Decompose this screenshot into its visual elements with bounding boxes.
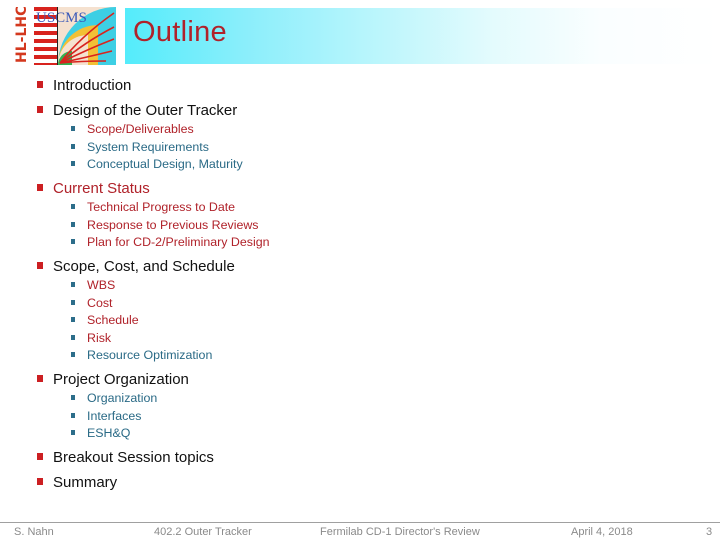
bullet-icon — [37, 375, 43, 382]
footer-event: Fermilab CD-1 Director's Review — [320, 526, 480, 538]
outline-subitem: Plan for CD-2/Preliminary Design — [71, 235, 269, 249]
outline-subitem-label: Cost — [87, 296, 113, 310]
outline-item-breakout: Breakout Session topics — [37, 449, 214, 466]
bullet-icon — [71, 144, 75, 149]
outline-subitem-label: WBS — [87, 278, 116, 292]
outline-subitem: Interfaces — [71, 409, 141, 423]
bullet-icon — [37, 262, 43, 269]
bullet-icon — [71, 126, 75, 131]
outline-subitem: Risk — [71, 331, 111, 345]
bullet-icon — [71, 300, 75, 305]
bullet-icon — [37, 478, 43, 485]
outline-item-label: Design of the Outer Tracker — [53, 102, 238, 119]
footer-subtitle: 402.2 Outer Tracker — [154, 526, 252, 538]
outline-item-label: Introduction — [53, 77, 132, 94]
outline-item-label: Project Organization — [53, 371, 189, 388]
outline-subitem: Scope/Deliverables — [71, 122, 194, 136]
footer-divider — [0, 522, 720, 523]
outline-subitem: Technical Progress to Date — [71, 200, 235, 214]
outline-subitem: Cost — [71, 296, 112, 310]
outline-list: Introduction Design of the Outer Tracker… — [0, 0, 720, 510]
bullet-icon — [71, 335, 75, 340]
outline-subitem: WBS — [71, 278, 115, 292]
footer-date: April 4, 2018 — [571, 526, 633, 538]
outline-subitem: Conceptual Design, Maturity — [71, 157, 243, 171]
bullet-icon — [71, 222, 75, 227]
outline-subitem-label: Organization — [87, 391, 158, 405]
outline-item-label: Scope, Cost, and Schedule — [53, 258, 235, 275]
outline-subitem: Organization — [71, 391, 157, 405]
outline-subitem-label: System Requirements — [87, 140, 209, 154]
outline-subitem-label: Conceptual Design, Maturity — [87, 157, 243, 171]
outline-item-label: Summary — [53, 474, 118, 491]
outline-subitem-label: Scope/Deliverables — [87, 122, 194, 136]
footer-author: S. Nahn — [14, 526, 54, 538]
bullet-icon — [71, 413, 75, 418]
outline-subitem-label: ESH&Q — [87, 426, 131, 440]
outline-subitem: Schedule — [71, 313, 139, 327]
bullet-icon — [71, 161, 75, 166]
outline-subitem: Resource Optimization — [71, 348, 212, 362]
outline-subitem: Response to Previous Reviews — [71, 218, 259, 232]
outline-item-introduction: Introduction — [37, 77, 131, 94]
bullet-icon — [71, 317, 75, 322]
outline-item-label: Breakout Session topics — [53, 449, 214, 466]
outline-subitem-label: Risk — [87, 331, 112, 345]
bullet-icon — [37, 106, 43, 113]
bullet-icon — [37, 81, 43, 88]
bullet-icon — [71, 282, 75, 287]
outline-subitem: System Requirements — [71, 140, 209, 154]
bullet-icon — [71, 204, 75, 209]
outline-item-current-status: Current Status — [37, 180, 150, 197]
bullet-icon — [71, 430, 75, 435]
outline-subitem-label: Schedule — [87, 313, 139, 327]
bullet-icon — [37, 453, 43, 460]
bullet-icon — [71, 239, 75, 244]
bullet-icon — [71, 352, 75, 357]
outline-item-project-organization: Project Organization — [37, 371, 189, 388]
bullet-icon — [37, 184, 43, 191]
outline-item-label: Current Status — [53, 180, 150, 197]
outline-item-summary: Summary — [37, 474, 117, 491]
outline-subitem-label: Interfaces — [87, 409, 142, 423]
outline-item-design: Design of the Outer Tracker — [37, 102, 237, 119]
page-number: 3 — [706, 526, 713, 538]
outline-subitem-label: Plan for CD-2/Preliminary Design — [87, 235, 270, 249]
outline-subitem-label: Resource Optimization — [87, 348, 213, 362]
outline-item-scope-cost-schedule: Scope, Cost, and Schedule — [37, 258, 235, 275]
bullet-icon — [71, 395, 75, 400]
outline-subitem: ESH&Q — [71, 426, 130, 440]
outline-subitem-label: Response to Previous Reviews — [87, 218, 259, 232]
outline-subitem-label: Technical Progress to Date — [87, 200, 236, 214]
